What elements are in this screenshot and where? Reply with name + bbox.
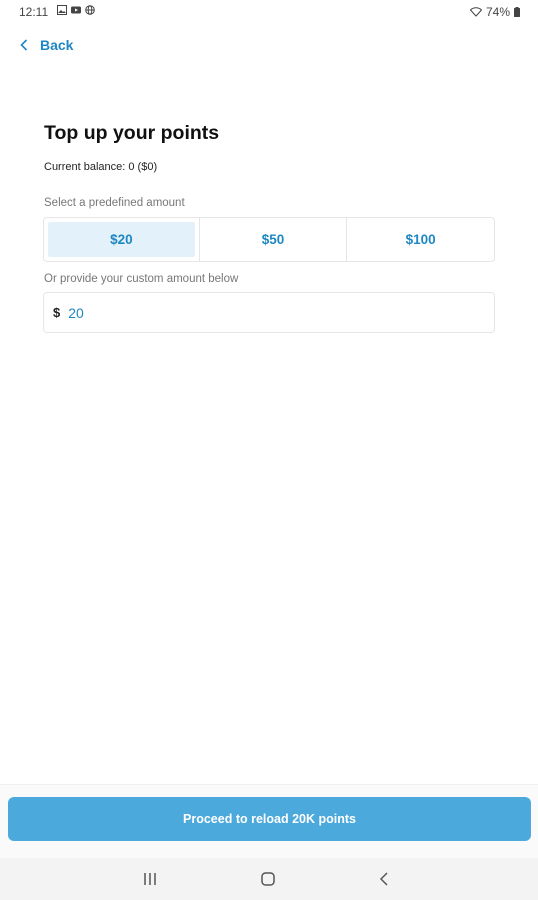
custom-amount-label: Or provide your custom amount below <box>44 273 239 285</box>
youtube-icon <box>71 6 81 14</box>
current-balance: Current balance: 0 ($0) <box>44 161 158 173</box>
amount-selector: $20 $50 $100 <box>43 217 495 262</box>
back-label: Back <box>40 37 74 53</box>
globe-icon <box>85 5 95 15</box>
custom-amount-field[interactable]: $ <box>43 292 495 333</box>
proceed-button[interactable]: Proceed to reload 20K points <box>8 797 531 841</box>
battery-icon <box>514 7 520 17</box>
chevron-left-icon <box>20 39 28 51</box>
amount-option-20[interactable]: $20 <box>48 222 195 257</box>
recent-apps-icon[interactable] <box>141 870 159 888</box>
predefined-amount-label: Select a predefined amount <box>44 197 185 209</box>
status-notification-icons <box>57 5 95 15</box>
amount-option-100[interactable]: $100 <box>346 218 494 261</box>
status-time: 12:11 <box>19 5 49 19</box>
image-icon <box>57 5 67 15</box>
currency-symbol: $ <box>53 305 61 320</box>
amount-option-50[interactable]: $50 <box>198 218 347 261</box>
system-back-icon[interactable] <box>376 870 394 888</box>
system-nav-bar <box>0 858 538 900</box>
home-icon[interactable] <box>259 870 277 888</box>
status-bar: 12:11 74% <box>0 0 538 24</box>
battery-percent: 74% <box>485 5 510 19</box>
custom-amount-input[interactable] <box>68 304 449 321</box>
wifi-icon <box>469 7 482 17</box>
status-right: 74% <box>469 5 520 19</box>
back-button[interactable]: Back <box>20 35 73 55</box>
page-title: Top up your points <box>44 122 220 144</box>
